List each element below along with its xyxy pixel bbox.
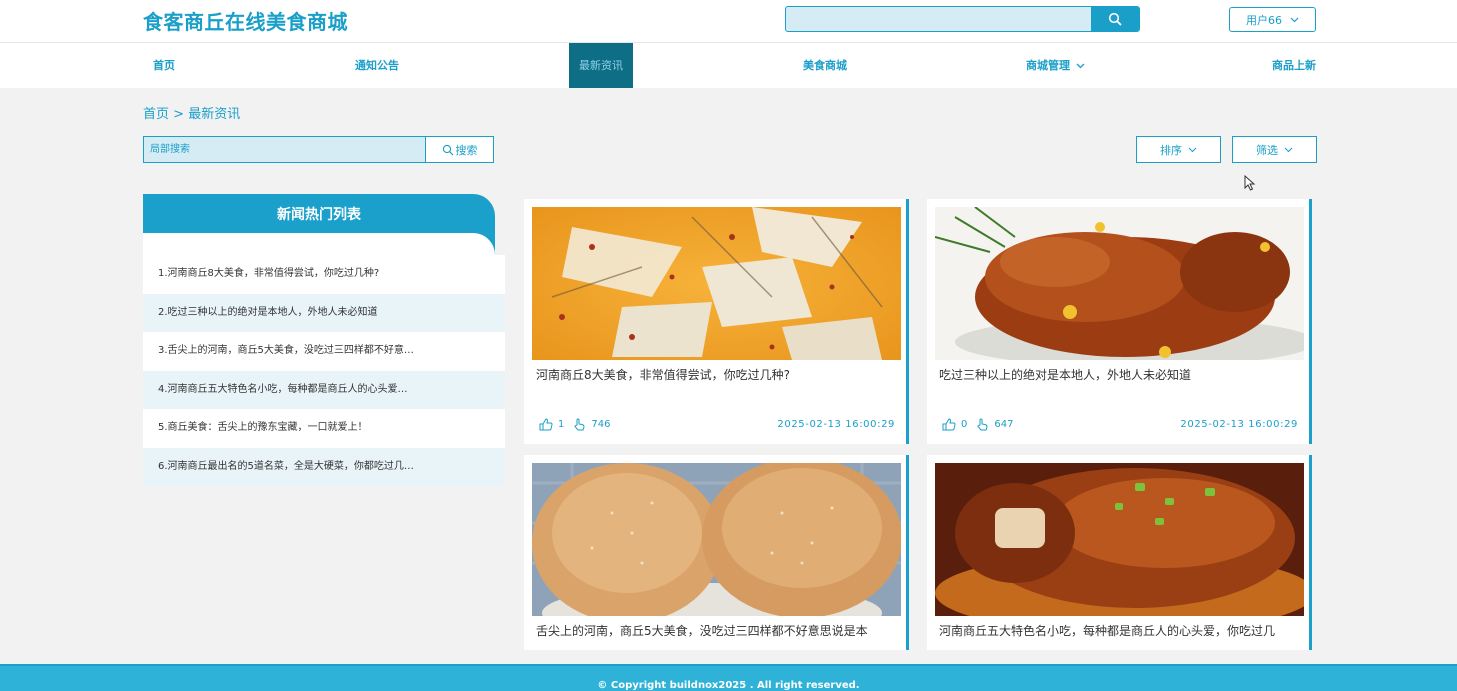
news-card-title[interactable]: 吃过三种以上的绝对是本地人，外地人未必知道: [939, 366, 1301, 383]
like-count: 0: [961, 419, 968, 430]
filter-button-label: 筛选: [1256, 143, 1278, 157]
site-title[interactable]: 食客商丘在线美食商城: [143, 6, 348, 35]
like-count: 1: [558, 419, 565, 430]
news-card-image[interactable]: [532, 463, 901, 616]
click-count: 746: [591, 419, 611, 430]
chevron-down-icon: [1284, 147, 1293, 152]
news-card[interactable]: 舌尖上的河南，商丘5大美食，没吃过三四样都不好意思说是本: [524, 455, 909, 650]
top-bar: 食客商丘在线美食商城 用户66: [0, 0, 1457, 43]
thumbs-up-icon[interactable]: [942, 418, 956, 431]
hot-news-item[interactable]: 3.舌尖上的河南，商丘5大美食，没吃过三四样都不好意…: [143, 332, 505, 371]
hot-news-header-decoration: [143, 233, 495, 255]
news-card-image[interactable]: [935, 207, 1304, 360]
search-icon: [442, 144, 453, 155]
hot-news-item[interactable]: 5.商丘美食：舌尖上的豫东宝藏，一口就爱上！: [143, 409, 505, 448]
local-search: 搜索: [143, 136, 494, 163]
hot-news-panel: 新闻热门列表 1.河南商丘8大美食，非常值得尝试，你吃过几种? 2.吃过三种以上…: [143, 194, 505, 486]
hot-news-item[interactable]: 4.河南商丘五大特色名小吃，每种都是商丘人的心头爱…: [143, 370, 505, 409]
news-card-date: 2025-02-13 16:00:29: [1180, 419, 1298, 430]
nav-food-mall[interactable]: 美食商城: [803, 43, 847, 88]
news-card-stats: 0 647: [942, 418, 1013, 431]
breadcrumb: 首页 > 最新资讯: [143, 103, 240, 122]
news-card-image[interactable]: [532, 207, 901, 360]
news-card[interactable]: 吃过三种以上的绝对是本地人，外地人未必知道 0 647 2025-02-13 1…: [927, 199, 1312, 444]
news-card-image[interactable]: [935, 463, 1304, 616]
hand-pointer-icon: [574, 418, 585, 431]
nav-home[interactable]: 首页: [153, 43, 175, 88]
click-count: 647: [994, 419, 1014, 430]
thumbs-up-icon[interactable]: [539, 418, 553, 431]
global-search: [785, 6, 1140, 32]
sort-button-label: 排序: [1160, 143, 1182, 157]
breadcrumb-current: 最新资讯: [188, 107, 241, 122]
breadcrumb-separator: >: [173, 107, 185, 122]
user-name: 用户66: [1246, 13, 1282, 27]
breadcrumb-home[interactable]: 首页: [143, 107, 169, 122]
hand-pointer-icon: [977, 418, 988, 431]
nav-new-products[interactable]: 商品上新: [1272, 43, 1316, 88]
user-menu-button[interactable]: 用户66: [1229, 7, 1316, 32]
hot-news-item[interactable]: 2.吃过三种以上的绝对是本地人，外地人未必知道: [143, 293, 505, 332]
news-card[interactable]: 河南商丘8大美食，非常值得尝试，你吃过几种? 1 746 2025-02-13 …: [524, 199, 909, 444]
news-card-stats: 1 746: [539, 418, 610, 431]
news-card-title[interactable]: 舌尖上的河南，商丘5大美食，没吃过三四样都不好意思说是本: [536, 622, 898, 639]
sort-button[interactable]: 排序: [1136, 136, 1221, 163]
nav-notices[interactable]: 通知公告: [355, 43, 399, 88]
local-search-input[interactable]: [144, 137, 426, 162]
news-card-title[interactable]: 河南商丘8大美食，非常值得尝试，你吃过几种?: [536, 366, 898, 383]
chevron-down-icon: [1076, 63, 1085, 69]
global-search-input[interactable]: [786, 7, 1092, 31]
local-search-button-label: 搜索: [455, 143, 478, 157]
footer-copyright: © Copyright buildnox2025 . All right res…: [597, 680, 860, 691]
main-nav: 首页 通知公告 最新资讯 美食商城 商城管理 商品上新: [0, 43, 1457, 88]
footer: © Copyright buildnox2025 . All right res…: [0, 664, 1457, 691]
nav-latest-news[interactable]: 最新资讯: [569, 43, 633, 88]
news-card-date: 2025-02-13 16:00:29: [777, 419, 895, 430]
chevron-down-icon: [1290, 17, 1299, 22]
local-search-button[interactable]: 搜索: [425, 137, 493, 162]
hot-news-list: 1.河南商丘8大美食，非常值得尝试，你吃过几种? 2.吃过三种以上的绝对是本地人…: [143, 255, 505, 486]
nav-mall-management[interactable]: 商城管理: [1026, 43, 1085, 88]
news-card[interactable]: 河南商丘五大特色名小吃，每种都是商丘人的心头爱，你吃过几: [927, 455, 1312, 650]
nav-mall-management-label: 商城管理: [1026, 59, 1070, 72]
hot-news-item[interactable]: 1.河南商丘8大美食，非常值得尝试，你吃过几种?: [143, 255, 505, 294]
global-search-button[interactable]: [1091, 7, 1139, 31]
search-icon: [1108, 12, 1122, 26]
news-card-title[interactable]: 河南商丘五大特色名小吃，每种都是商丘人的心头爱，你吃过几: [939, 622, 1301, 639]
chevron-down-icon: [1188, 147, 1197, 152]
mouse-cursor-icon: [1244, 175, 1256, 191]
filter-button[interactable]: 筛选: [1232, 136, 1317, 163]
hot-news-title: 新闻热门列表: [143, 194, 495, 233]
hot-news-item[interactable]: 6.河南商丘最出名的5道名菜，全是大硬菜，你都吃过几…: [143, 447, 505, 486]
